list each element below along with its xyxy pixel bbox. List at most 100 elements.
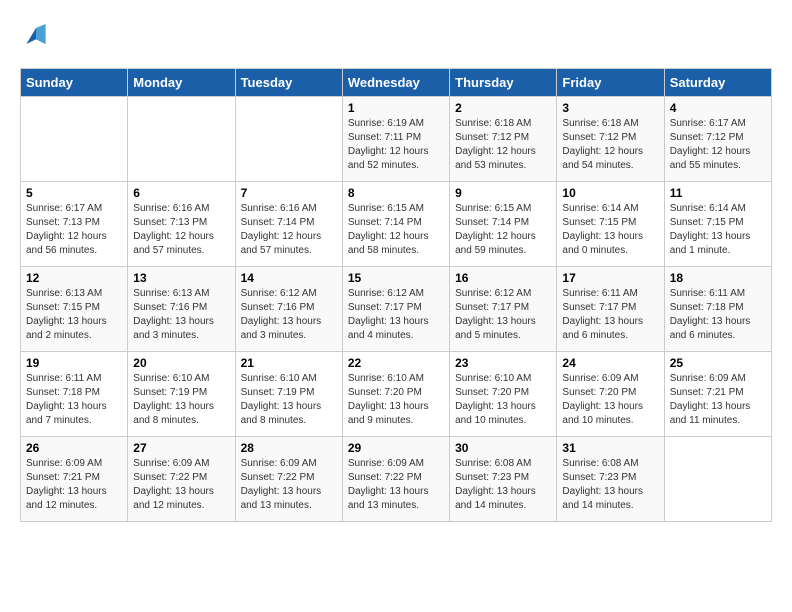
calendar-day-cell: 9Sunrise: 6:15 AMSunset: 7:14 PMDaylight… <box>450 182 557 267</box>
day-number: 17 <box>562 271 658 285</box>
day-info: Sunrise: 6:17 AMSunset: 7:13 PMDaylight:… <box>26 202 122 258</box>
calendar-week-row: 26 Sunrise: 6:09 AMSunset: 7:21 PMDayligh… <box>21 437 772 522</box>
day-number: 3 <box>562 101 658 115</box>
day-number: 28 <box>241 441 337 455</box>
day-info: Sunrise: 6:08 AMSunset: 7:23 PMDaylight:… <box>562 457 658 513</box>
day-info: Sunrise: 6:12 AMSunset: 7:17 PMDaylight:… <box>455 287 551 343</box>
day-number: 2 <box>455 101 551 115</box>
calendar-day-cell: 28 Sunrise: 6:09 AMSunset: 7:22 PMDayligh… <box>235 437 342 522</box>
calendar-day-cell: 5Sunrise: 6:17 AMSunset: 7:13 PMDaylight… <box>21 182 128 267</box>
calendar-day-cell: 21 Sunrise: 6:10 AMSunset: 7:19 PMDayligh… <box>235 352 342 437</box>
day-number: 15 <box>348 271 444 285</box>
day-info: Sunrise: 6:19 AMSunset: 7:11 PMDaylight:… <box>348 117 444 173</box>
calendar-day-cell: 26 Sunrise: 6:09 AMSunset: 7:21 PMDayligh… <box>21 437 128 522</box>
calendar-day-cell: 13 Sunrise: 6:13 AMSunset: 7:16 PMDayligh… <box>128 267 235 352</box>
day-info: Sunrise: 6:09 AMSunset: 7:22 PMDaylight:… <box>133 457 229 513</box>
calendar-table: SundayMondayTuesdayWednesdayThursdayFrid… <box>20 68 772 522</box>
day-info: Sunrise: 6:11 AMSunset: 7:18 PMDaylight:… <box>26 372 122 428</box>
day-of-week-header: Thursday <box>450 69 557 97</box>
day-info: Sunrise: 6:12 AMSunset: 7:17 PMDaylight:… <box>348 287 444 343</box>
day-number: 7 <box>241 186 337 200</box>
day-number: 12 <box>26 271 122 285</box>
day-number: 24 <box>562 356 658 370</box>
calendar-day-cell: 2 Sunrise: 6:18 AMSunset: 7:12 PMDaylight… <box>450 97 557 182</box>
day-info: Sunrise: 6:13 AMSunset: 7:16 PMDaylight:… <box>133 287 229 343</box>
calendar-day-cell: 20 Sunrise: 6:10 AMSunset: 7:19 PMDayligh… <box>128 352 235 437</box>
day-info: Sunrise: 6:10 AMSunset: 7:20 PMDaylight:… <box>455 372 551 428</box>
day-number: 10 <box>562 186 658 200</box>
day-of-week-header: Tuesday <box>235 69 342 97</box>
day-number: 4 <box>670 101 766 115</box>
day-number: 26 <box>26 441 122 455</box>
day-info: Sunrise: 6:11 AMSunset: 7:18 PMDaylight:… <box>670 287 766 343</box>
calendar-day-cell: 24 Sunrise: 6:09 AMSunset: 7:20 PMDayligh… <box>557 352 664 437</box>
logo <box>20 20 58 52</box>
calendar-day-cell: 8 Sunrise: 6:15 AMSunset: 7:14 PMDaylight… <box>342 182 449 267</box>
day-info: Sunrise: 6:16 AMSunset: 7:13 PMDaylight:… <box>133 202 229 258</box>
day-info: Sunrise: 6:09 AMSunset: 7:22 PMDaylight:… <box>241 457 337 513</box>
day-info: Sunrise: 6:14 AMSunset: 7:15 PMDaylight:… <box>562 202 658 258</box>
day-number: 22 <box>348 356 444 370</box>
day-number: 19 <box>26 356 122 370</box>
day-number: 13 <box>133 271 229 285</box>
calendar-day-cell <box>664 437 771 522</box>
day-number: 8 <box>348 186 444 200</box>
day-number: 18 <box>670 271 766 285</box>
calendar-day-cell: 19 Sunrise: 6:11 AMSunset: 7:18 PMDayligh… <box>21 352 128 437</box>
day-info: Sunrise: 6:17 AMSunset: 7:12 PMDaylight:… <box>670 117 766 173</box>
day-info: Sunrise: 6:15 AMSunset: 7:14 PMDaylight:… <box>455 202 551 258</box>
day-info: Sunrise: 6:18 AMSunset: 7:12 PMDaylight:… <box>455 117 551 173</box>
calendar-day-cell: 23 Sunrise: 6:10 AMSunset: 7:20 PMDayligh… <box>450 352 557 437</box>
calendar-day-cell <box>21 97 128 182</box>
day-of-week-header: Saturday <box>664 69 771 97</box>
day-info: Sunrise: 6:10 AMSunset: 7:19 PMDaylight:… <box>241 372 337 428</box>
day-info: Sunrise: 6:10 AMSunset: 7:19 PMDaylight:… <box>133 372 229 428</box>
day-number: 20 <box>133 356 229 370</box>
calendar-day-cell: 17 Sunrise: 6:11 AMSunset: 7:17 PMDayligh… <box>557 267 664 352</box>
calendar-day-cell: 1Sunrise: 6:19 AMSunset: 7:11 PMDaylight… <box>342 97 449 182</box>
day-of-week-header: Wednesday <box>342 69 449 97</box>
logo-bird-icon <box>20 20 52 52</box>
day-info: Sunrise: 6:16 AMSunset: 7:14 PMDaylight:… <box>241 202 337 258</box>
calendar-week-row: 5Sunrise: 6:17 AMSunset: 7:13 PMDaylight… <box>21 182 772 267</box>
day-number: 21 <box>241 356 337 370</box>
calendar-day-cell: 30 Sunrise: 6:08 AMSunset: 7:23 PMDayligh… <box>450 437 557 522</box>
calendar-week-row: 1Sunrise: 6:19 AMSunset: 7:11 PMDaylight… <box>21 97 772 182</box>
day-number: 31 <box>562 441 658 455</box>
calendar-day-cell: 15 Sunrise: 6:12 AMSunset: 7:17 PMDayligh… <box>342 267 449 352</box>
day-info: Sunrise: 6:10 AMSunset: 7:20 PMDaylight:… <box>348 372 444 428</box>
calendar-day-cell: 10 Sunrise: 6:14 AMSunset: 7:15 PMDayligh… <box>557 182 664 267</box>
calendar-header-row: SundayMondayTuesdayWednesdayThursdayFrid… <box>21 69 772 97</box>
page-header <box>20 20 772 52</box>
day-info: Sunrise: 6:09 AMSunset: 7:21 PMDaylight:… <box>670 372 766 428</box>
calendar-day-cell: 25 Sunrise: 6:09 AMSunset: 7:21 PMDayligh… <box>664 352 771 437</box>
day-info: Sunrise: 6:18 AMSunset: 7:12 PMDaylight:… <box>562 117 658 173</box>
day-info: Sunrise: 6:12 AMSunset: 7:16 PMDaylight:… <box>241 287 337 343</box>
day-number: 25 <box>670 356 766 370</box>
calendar-day-cell: 18 Sunrise: 6:11 AMSunset: 7:18 PMDayligh… <box>664 267 771 352</box>
day-number: 23 <box>455 356 551 370</box>
calendar-day-cell: 14 Sunrise: 6:12 AMSunset: 7:16 PMDayligh… <box>235 267 342 352</box>
calendar-day-cell: 31 Sunrise: 6:08 AMSunset: 7:23 PMDayligh… <box>557 437 664 522</box>
calendar-day-cell: 29 Sunrise: 6:09 AMSunset: 7:22 PMDayligh… <box>342 437 449 522</box>
day-number: 30 <box>455 441 551 455</box>
day-info: Sunrise: 6:11 AMSunset: 7:17 PMDaylight:… <box>562 287 658 343</box>
day-info: Sunrise: 6:09 AMSunset: 7:21 PMDaylight:… <box>26 457 122 513</box>
calendar-day-cell: 3 Sunrise: 6:18 AMSunset: 7:12 PMDaylight… <box>557 97 664 182</box>
day-number: 29 <box>348 441 444 455</box>
calendar-week-row: 19 Sunrise: 6:11 AMSunset: 7:18 PMDayligh… <box>21 352 772 437</box>
day-number: 14 <box>241 271 337 285</box>
day-number: 16 <box>455 271 551 285</box>
day-info: Sunrise: 6:15 AMSunset: 7:14 PMDaylight:… <box>348 202 444 258</box>
day-info: Sunrise: 6:09 AMSunset: 7:20 PMDaylight:… <box>562 372 658 428</box>
day-info: Sunrise: 6:08 AMSunset: 7:23 PMDaylight:… <box>455 457 551 513</box>
calendar-day-cell: 27Sunrise: 6:09 AMSunset: 7:22 PMDayligh… <box>128 437 235 522</box>
day-info: Sunrise: 6:09 AMSunset: 7:22 PMDaylight:… <box>348 457 444 513</box>
calendar-day-cell: 12Sunrise: 6:13 AMSunset: 7:15 PMDayligh… <box>21 267 128 352</box>
day-of-week-header: Monday <box>128 69 235 97</box>
day-number: 11 <box>670 186 766 200</box>
calendar-day-cell: 7 Sunrise: 6:16 AMSunset: 7:14 PMDaylight… <box>235 182 342 267</box>
calendar-day-cell <box>128 97 235 182</box>
calendar-day-cell <box>235 97 342 182</box>
calendar-day-cell: 22 Sunrise: 6:10 AMSunset: 7:20 PMDayligh… <box>342 352 449 437</box>
